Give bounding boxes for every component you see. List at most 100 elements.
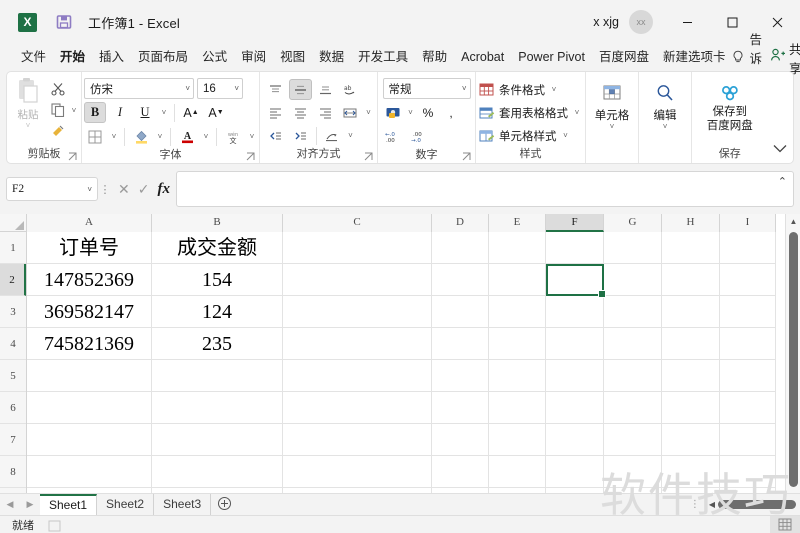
cell-H3[interactable] <box>662 296 720 328</box>
cell-G3[interactable] <box>604 296 662 328</box>
cell-I3[interactable] <box>720 296 776 328</box>
orientation-button[interactable]: ab <box>339 79 362 100</box>
cell-A2[interactable]: 147852369 <box>27 264 152 296</box>
font-family-caret-icon[interactable]: ˅ <box>185 84 190 93</box>
cell-G1[interactable] <box>604 232 662 264</box>
clipboard-dialog-launcher[interactable] <box>68 152 77 161</box>
tab-acrobat[interactable]: Acrobat <box>454 44 511 71</box>
cell-I6[interactable] <box>720 392 776 424</box>
font-color-button[interactable]: A <box>176 126 198 147</box>
cell-B7[interactable] <box>152 424 283 456</box>
tab-help[interactable]: 帮助 <box>415 44 454 71</box>
tab-formulas[interactable]: 公式 <box>195 44 234 71</box>
bold-button[interactable]: B <box>84 102 106 123</box>
tab-new-tab[interactable]: 新建选项卡 <box>656 44 733 71</box>
tab-home[interactable]: 开始 <box>53 44 92 71</box>
insert-function-icon[interactable]: fx <box>157 181 170 198</box>
row-header-8[interactable]: 8 <box>0 456 26 488</box>
increase-indent-button[interactable] <box>289 125 312 146</box>
row-header-7[interactable]: 7 <box>0 424 26 456</box>
wrap-text-button[interactable] <box>339 102 362 123</box>
cell-E1[interactable] <box>489 232 546 264</box>
cell-A3[interactable]: 369582147 <box>27 296 152 328</box>
format-as-table-button[interactable]: 套用表格格式 ˅ <box>479 102 582 123</box>
cell-F5[interactable] <box>546 360 604 392</box>
cell-F6[interactable] <box>546 392 604 424</box>
comma-style-button[interactable]: , <box>441 102 462 123</box>
cell-C5[interactable] <box>283 360 432 392</box>
wrap-caret-icon[interactable]: ˅ <box>364 108 374 117</box>
sheet-tab-sheet2[interactable]: Sheet2 <box>97 493 155 516</box>
cell-F2[interactable] <box>546 264 604 296</box>
merge-caret-icon[interactable]: ˅ <box>346 131 356 140</box>
cell-H4[interactable] <box>662 328 720 360</box>
conditional-formatting-caret-icon[interactable]: ˅ <box>549 85 559 94</box>
cell-G5[interactable] <box>604 360 662 392</box>
format-as-table-caret-icon[interactable]: ˅ <box>572 108 582 117</box>
column-header-H[interactable]: H <box>662 214 720 232</box>
collapse-ribbon-button[interactable] <box>768 72 793 163</box>
column-header-G[interactable]: G <box>604 214 662 232</box>
grow-font-button[interactable]: A ▲ <box>180 102 202 123</box>
format-painter-button[interactable] <box>47 121 79 141</box>
align-bottom-button[interactable] <box>314 79 337 100</box>
underline-caret-icon[interactable]: ˅ <box>159 108 169 117</box>
formula-input[interactable]: ⌃ <box>175 171 794 207</box>
alignment-dialog-launcher[interactable] <box>364 152 373 161</box>
name-box[interactable]: F2 ˅ <box>6 177 98 201</box>
cells-caret-icon[interactable]: ˅ <box>610 123 615 131</box>
column-header-D[interactable]: D <box>432 214 489 232</box>
next-sheet-button[interactable]: ▶ <box>20 499 40 510</box>
cell-D4[interactable] <box>432 328 489 360</box>
column-header-E[interactable]: E <box>489 214 546 232</box>
column-header-F[interactable]: F <box>546 214 604 232</box>
tab-insert[interactable]: 插入 <box>92 44 131 71</box>
scroll-left-icon[interactable]: ◀ <box>706 500 718 509</box>
cell-D5[interactable] <box>432 360 489 392</box>
cell-B6[interactable] <box>152 392 283 424</box>
cell-G7[interactable] <box>604 424 662 456</box>
currency-caret-icon[interactable]: ˅ <box>406 108 416 117</box>
cell-C1[interactable] <box>283 232 432 264</box>
cell-H7[interactable] <box>662 424 720 456</box>
cell-D6[interactable] <box>432 392 489 424</box>
number-dialog-launcher[interactable] <box>462 152 471 161</box>
cell-G4[interactable] <box>604 328 662 360</box>
cell-B5[interactable] <box>152 360 283 392</box>
borders-button[interactable] <box>84 126 106 147</box>
account-name[interactable]: x xjg <box>593 15 619 29</box>
merge-cells-button[interactable] <box>321 125 344 146</box>
cut-button[interactable] <box>47 79 79 99</box>
phonetic-caret-icon[interactable]: ˅ <box>247 132 257 141</box>
cell-styles-caret-icon[interactable]: ˅ <box>561 131 571 140</box>
font-size-caret-icon[interactable]: ˅ <box>234 84 239 93</box>
align-top-button[interactable] <box>264 79 287 100</box>
name-box-caret-icon[interactable]: ˅ <box>87 185 92 194</box>
cell-F1[interactable] <box>546 232 604 264</box>
cell-C8[interactable] <box>283 456 432 488</box>
cell-F8[interactable] <box>546 456 604 488</box>
cell-B3[interactable]: 124 <box>152 296 283 328</box>
tab-page-layout[interactable]: 页面布局 <box>131 44 195 71</box>
row-header-5[interactable]: 5 <box>0 360 26 392</box>
paste-caret-icon[interactable]: ˅ <box>26 122 31 130</box>
cell-C2[interactable] <box>283 264 432 296</box>
align-center-button[interactable] <box>289 102 312 123</box>
font-size-input[interactable]: 16 ˅ <box>197 78 243 99</box>
cell-D7[interactable] <box>432 424 489 456</box>
cancel-formula-icon[interactable]: ✕ <box>118 181 130 198</box>
tab-data[interactable]: 数据 <box>312 44 351 71</box>
column-header-C[interactable]: C <box>283 214 432 232</box>
cell-D2[interactable] <box>432 264 489 296</box>
cell-B8[interactable] <box>152 456 283 488</box>
cell-E4[interactable] <box>489 328 546 360</box>
cell-A1[interactable]: 订单号 <box>27 232 152 264</box>
cell-I5[interactable] <box>720 360 776 392</box>
font-color-caret-icon[interactable]: ˅ <box>201 132 211 141</box>
column-header-I[interactable]: I <box>720 214 776 232</box>
align-left-button[interactable] <box>264 102 287 123</box>
grid-view-button[interactable] <box>770 515 800 533</box>
cell-D8[interactable] <box>432 456 489 488</box>
save-to-baidu-netdisk-button[interactable]: 保存到 百度网盘 <box>707 76 753 133</box>
minimize-button[interactable] <box>665 0 710 44</box>
